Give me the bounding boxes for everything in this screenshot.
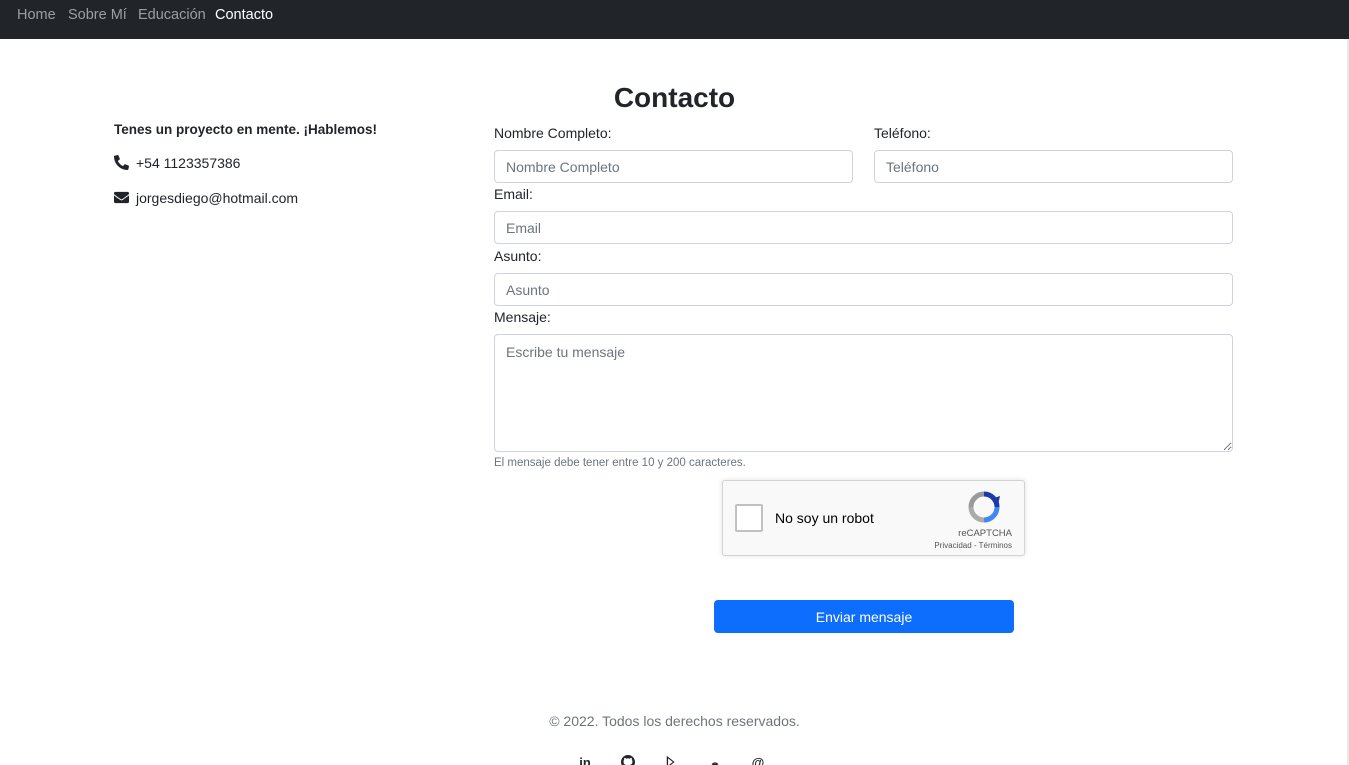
github-icon[interactable] [617, 751, 639, 765]
phone-row: +54 1123357386 [114, 155, 240, 171]
at-sign-icon[interactable]: @ [747, 751, 769, 765]
name-label: Nombre Completo: [494, 125, 612, 141]
email-row: jorgesdiego@hotmail.com [114, 190, 298, 206]
phone-input[interactable] [874, 150, 1233, 183]
podcast-icon[interactable] [704, 751, 726, 765]
subject-input[interactable] [494, 273, 1233, 306]
message-textarea[interactable] [494, 334, 1233, 452]
phone-label: Teléfono: [874, 125, 931, 141]
contact-intro: Tenes un proyecto en mente. ¡Hablemos! [114, 122, 378, 137]
nav-home[interactable]: Home [17, 7, 56, 23]
recaptcha-brand: reCAPTCHA [958, 528, 1012, 539]
message-hint: El mensaje debe tener entre 10 y 200 car… [494, 457, 746, 469]
phone-icon [114, 155, 130, 171]
email-text: jorgesdiego@hotmail.com [136, 190, 299, 206]
recaptcha-widget: No soy un robot reCAPTCHA Privacidad - T… [722, 480, 1025, 556]
subject-label: Asunto: [494, 248, 542, 264]
email-label: Email: [494, 186, 533, 202]
page-title: Contacto [613, 82, 736, 113]
nav-contacto[interactable]: Contacto [215, 7, 273, 23]
email-input[interactable] [494, 211, 1233, 244]
recaptcha-terms-link[interactable]: Privacidad - Términos [934, 541, 1012, 550]
phone-text: +54 1123357386 [136, 155, 241, 171]
submit-button[interactable]: Enviar mensaje [714, 600, 1014, 633]
nav-sobre-mi[interactable]: Sobre Mí [68, 7, 127, 23]
envelope-icon [114, 190, 130, 206]
recaptcha-label: No soy un robot [775, 510, 874, 526]
message-label: Mensaje: [494, 309, 551, 325]
linkedin-icon[interactable]: in [574, 751, 596, 765]
recaptcha-logo-icon [967, 490, 1001, 524]
footer-copyright: © 2022. Todos los derechos reservados. [549, 713, 800, 729]
recaptcha-checkbox[interactable] [735, 504, 763, 532]
google-play-icon[interactable] [661, 751, 683, 765]
name-input[interactable] [494, 150, 853, 183]
nav-educacion[interactable]: Educación [138, 7, 206, 23]
navbar: Home Sobre Mí Educación Contacto [0, 0, 1349, 39]
